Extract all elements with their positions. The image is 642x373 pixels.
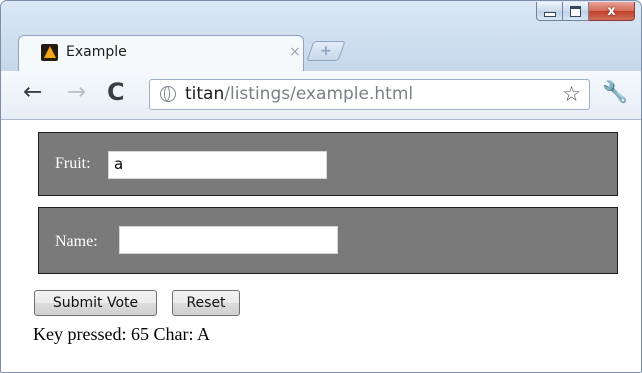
new-tab-button[interactable]: + bbox=[306, 41, 346, 61]
fruit-panel: Fruit: a bbox=[38, 132, 618, 196]
favicon-icon bbox=[41, 44, 58, 61]
url-path: /listings/example.html bbox=[224, 84, 414, 104]
address-bar[interactable]: titan/listings/example.html ☆ bbox=[149, 79, 590, 110]
browser-toolbar: ← → C titan/listings/example.html ☆ 🔧 bbox=[1, 71, 641, 120]
close-icon: x bbox=[607, 3, 616, 19]
window-caption-buttons: x bbox=[536, 2, 635, 21]
tab-close-icon[interactable]: × bbox=[289, 44, 301, 60]
name-label: Name: bbox=[55, 233, 98, 250]
url-host: titan bbox=[185, 84, 225, 104]
fruit-input[interactable]: a bbox=[108, 151, 327, 179]
minimize-icon bbox=[543, 11, 556, 17]
bookmark-star-icon[interactable]: ☆ bbox=[562, 82, 581, 106]
tab-title: Example bbox=[66, 44, 127, 60]
name-input[interactable] bbox=[119, 226, 338, 254]
back-arrow-icon[interactable]: ← bbox=[23, 79, 42, 105]
page-content: Fruit: a Name: Submit Vote Reset Key pre… bbox=[1, 120, 641, 372]
wrench-icon[interactable]: 🔧 bbox=[602, 80, 628, 105]
reset-button[interactable]: Reset bbox=[172, 290, 240, 316]
plus-icon: + bbox=[320, 43, 332, 59]
globe-icon bbox=[160, 86, 176, 102]
name-panel: Name: bbox=[38, 207, 618, 274]
browser-window: x Example × + ← → C titan/listings/examp… bbox=[0, 0, 642, 373]
submit-vote-button[interactable]: Submit Vote bbox=[34, 290, 157, 316]
key-status-text: Key pressed: 65 Char: A bbox=[33, 324, 210, 344]
fruit-label: Fruit: bbox=[55, 155, 91, 172]
maximize-button[interactable] bbox=[563, 2, 589, 21]
url-text: titan/listings/example.html bbox=[185, 84, 413, 104]
reload-icon[interactable]: C bbox=[107, 78, 125, 106]
maximize-icon bbox=[570, 5, 581, 17]
close-window-button[interactable]: x bbox=[589, 2, 635, 21]
minimize-button[interactable] bbox=[536, 2, 563, 21]
tab-example[interactable]: Example × bbox=[18, 35, 304, 72]
forward-arrow-icon[interactable]: → bbox=[67, 79, 86, 105]
